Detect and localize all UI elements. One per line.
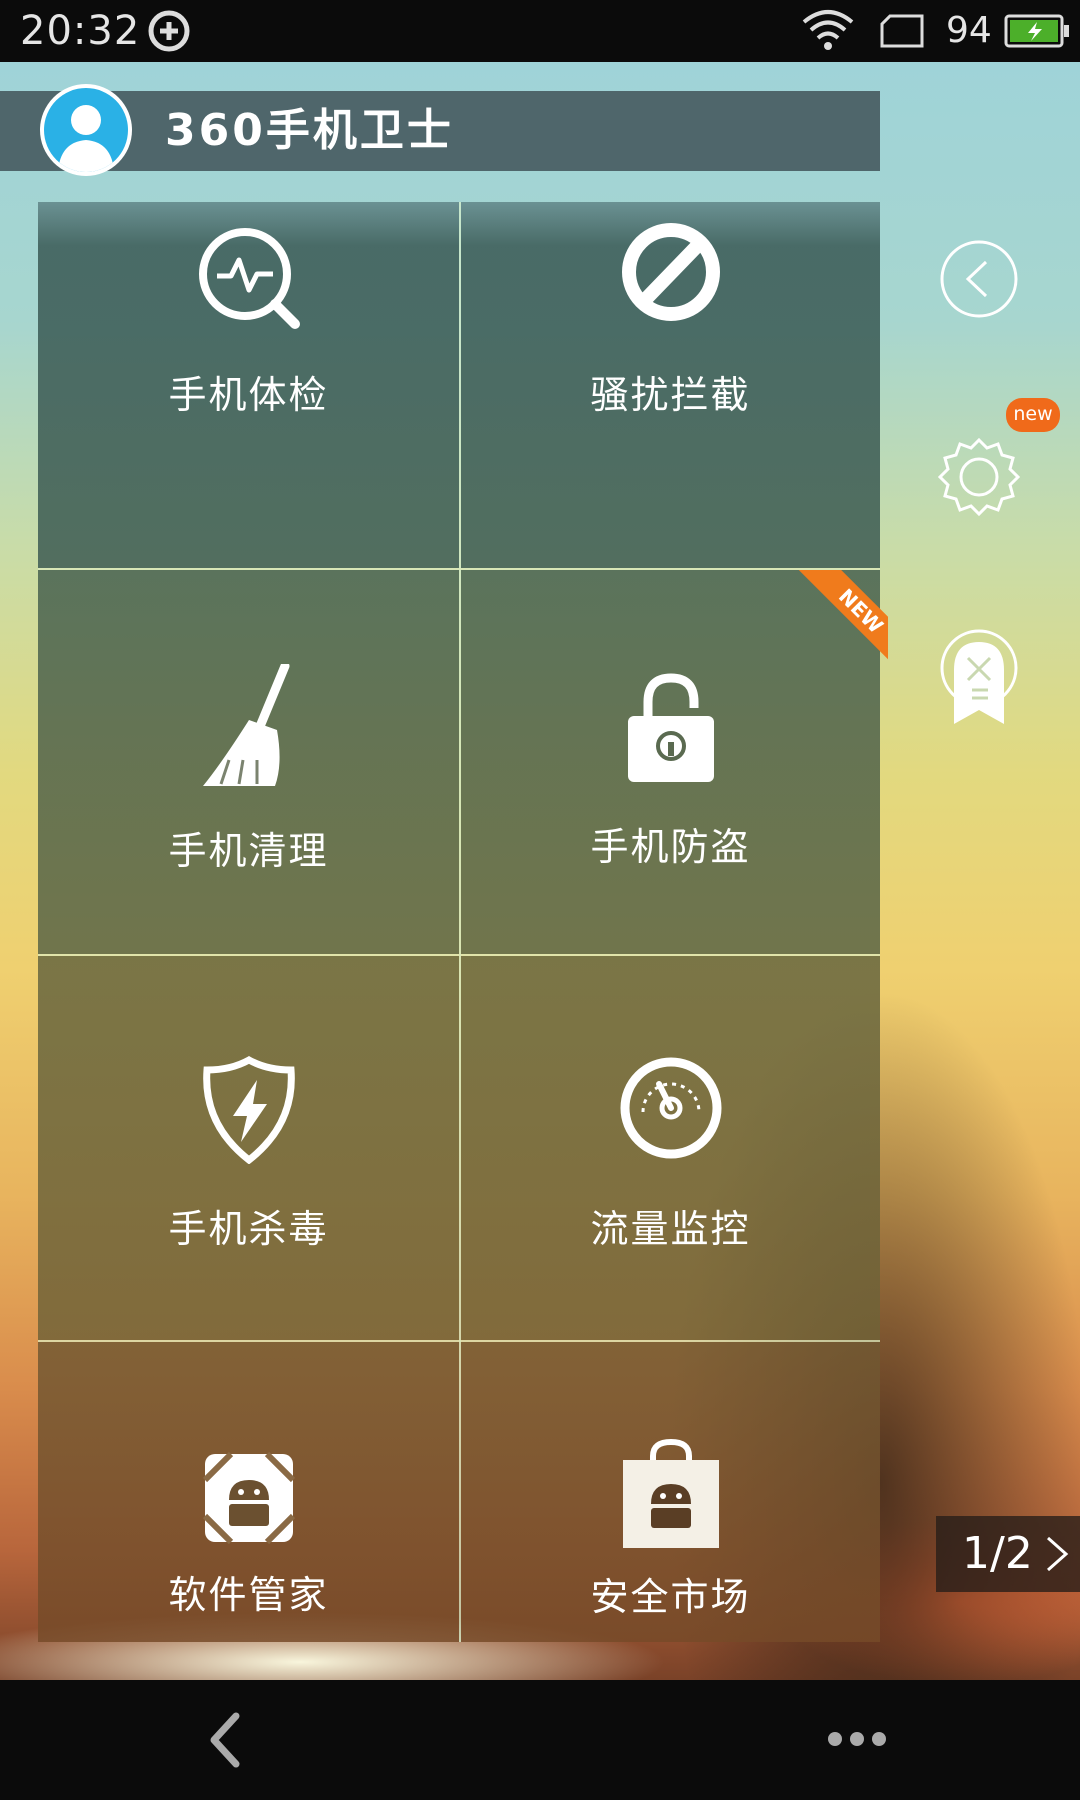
tile-label: 手机杀毒 — [168, 1207, 329, 1251]
shopping-bag-icon — [622, 1438, 719, 1548]
avatar[interactable] — [40, 84, 132, 176]
tile-label: 安全市场 — [590, 1575, 751, 1619]
tile-label: 流量监控 — [590, 1207, 751, 1251]
broom-icon — [202, 664, 289, 786]
tile-label: 手机体检 — [168, 373, 329, 417]
settings-gear-icon[interactable] — [938, 436, 1020, 518]
new-badge: new — [1006, 398, 1060, 432]
back-button[interactable] — [200, 1710, 250, 1770]
tile-phone-checkup[interactable]: 手机体检 — [38, 202, 459, 568]
tile-antivirus[interactable]: 手机杀毒 — [38, 956, 459, 1340]
feature-grid: 手机体检 骚扰拦截 手机清理 手机防盗 NEW 手机杀毒 流量监控 软件管家 安… — [38, 202, 888, 1642]
tile-phone-cleanup[interactable]: 手机清理 — [38, 570, 459, 954]
health-check-icon — [198, 228, 300, 329]
android-manager-icon — [202, 1452, 295, 1544]
battery-charging-icon — [1004, 14, 1069, 48]
essential-badge-icon[interactable] — [938, 628, 1020, 728]
chevron-right-icon — [1047, 1536, 1069, 1572]
tile-label: 手机防盗 — [590, 825, 751, 869]
navigation-bar — [0, 1680, 1080, 1800]
app-header: 360手机卫士 — [0, 91, 880, 171]
main-area: 360手机卫士 手机体检 骚扰拦截 手机清理 手机防盗 NEW 手机杀毒 流量监… — [0, 62, 1080, 1680]
tile-label: 骚扰拦截 — [590, 373, 751, 417]
wifi-icon — [802, 10, 854, 50]
battery-level: 94 — [946, 10, 992, 51]
user-avatar-icon — [58, 105, 114, 172]
grid-divider-vertical — [459, 202, 461, 1642]
tile-label: 软件管家 — [168, 1573, 329, 1617]
block-icon — [621, 223, 720, 321]
padlock-icon — [627, 673, 714, 782]
sim-icon — [880, 14, 924, 48]
collapse-back-button[interactable] — [938, 238, 1020, 320]
tile-label: 手机清理 — [168, 829, 329, 873]
tile-anti-theft[interactable]: 手机防盗 NEW — [461, 570, 888, 954]
grid-divider — [38, 1340, 880, 1342]
sync-icon — [148, 10, 190, 52]
tile-traffic-monitor[interactable]: 流量监控 — [461, 956, 880, 1340]
new-ribbon: NEW — [790, 570, 888, 668]
gauge-icon — [620, 1057, 721, 1159]
tile-software-manager[interactable]: 软件管家 — [38, 1342, 459, 1642]
shield-bolt-icon — [202, 1056, 295, 1164]
status-time: 20:32 — [20, 8, 141, 54]
app-title: 360手机卫士 — [165, 105, 454, 156]
page-indicator[interactable]: 1/2 — [936, 1516, 1080, 1592]
page-indicator-text: 1/2 — [962, 1528, 1033, 1579]
status-bar: 20:32 94 — [0, 0, 1080, 62]
grid-divider — [38, 568, 880, 570]
tile-security-market[interactable]: 安全市场 — [461, 1342, 880, 1642]
tile-harassment-block[interactable]: 骚扰拦截 — [461, 202, 880, 568]
grid-divider — [38, 954, 880, 956]
more-options-button[interactable] — [826, 1728, 888, 1750]
